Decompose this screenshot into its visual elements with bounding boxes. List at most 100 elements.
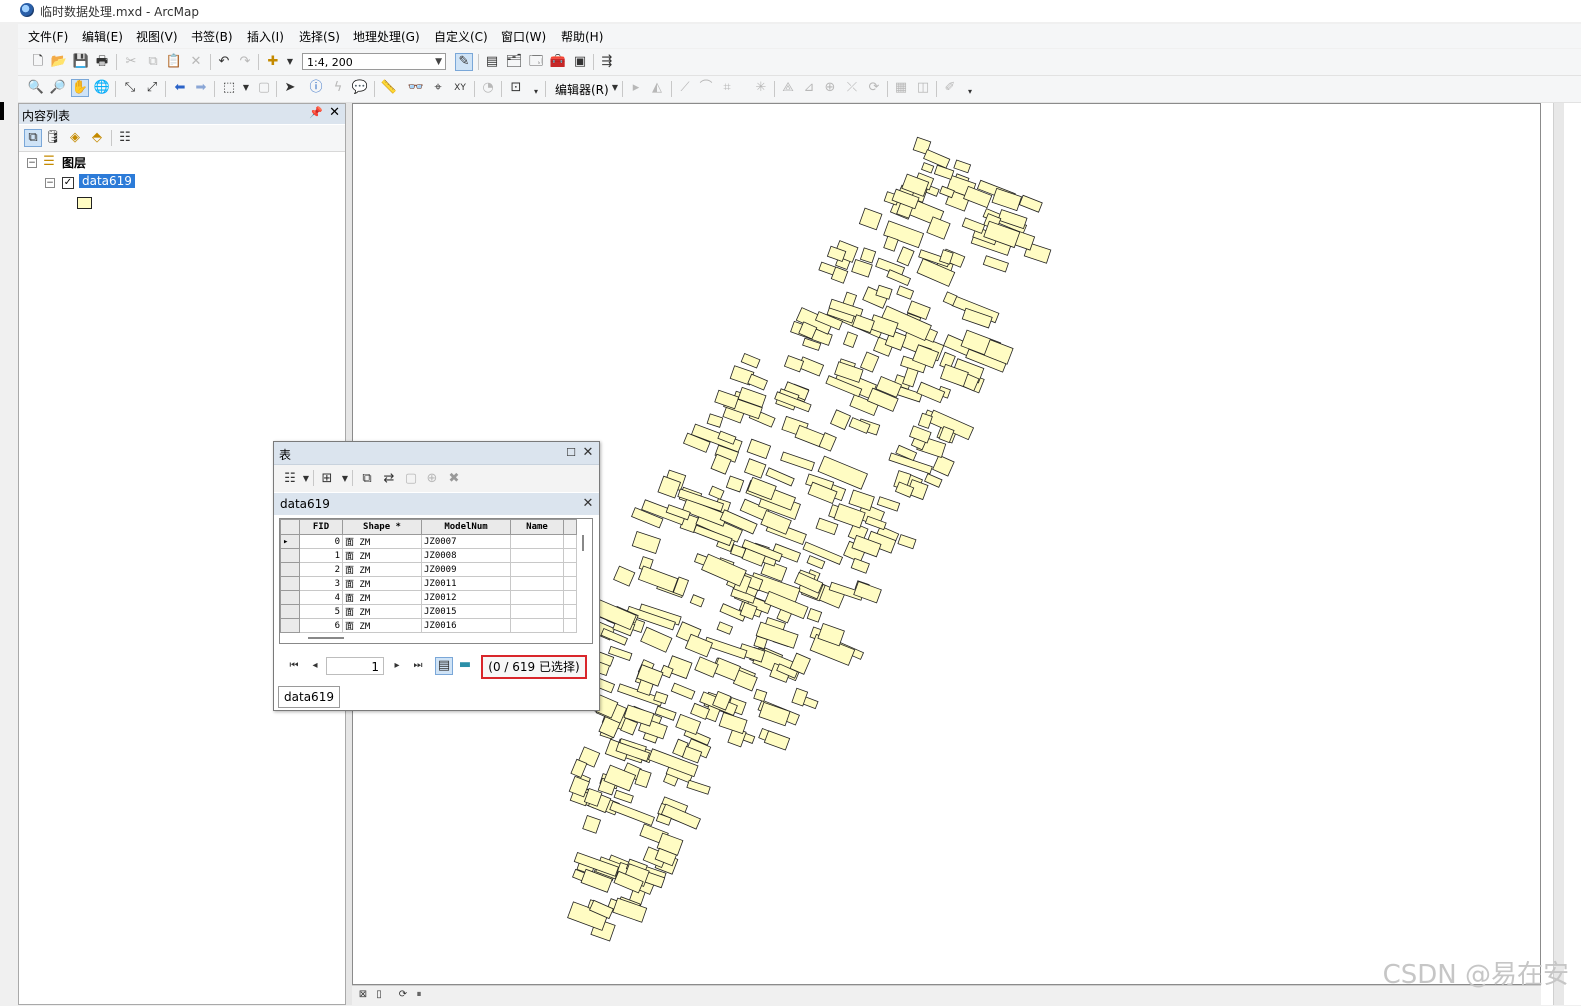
- list-by-source-icon[interactable]: 🛢: [45, 130, 62, 146]
- last-record-icon[interactable]: ⏭: [410, 658, 426, 674]
- building-footprint[interactable]: [982, 255, 1009, 273]
- table-of-contents-window-icon[interactable]: ▤: [484, 54, 500, 70]
- map-scale-combobox[interactable]: 1:4, 200 ▼: [302, 53, 446, 70]
- row-header[interactable]: [280, 618, 300, 633]
- menu-customize[interactable]: 自定义(C): [434, 28, 488, 45]
- options-icon[interactable]: ☷: [117, 130, 133, 146]
- table-options-dropdown-icon[interactable]: ▼: [298, 471, 314, 487]
- menu-windows[interactable]: 窗口(W): [501, 28, 546, 45]
- editor-toolbar-options-icon[interactable]: ▾: [962, 84, 978, 100]
- select-elements-pointer-icon[interactable]: ➤: [282, 80, 298, 96]
- collapse-layers-icon[interactable]: −: [27, 158, 37, 168]
- table-row[interactable]: 1 面 ZM JZ0008: [280, 548, 577, 563]
- current-row-indicator[interactable]: ▸: [280, 534, 300, 549]
- split-tool-icon[interactable]: ⤫: [844, 80, 860, 96]
- arctoolbox-icon[interactable]: 🧰: [550, 54, 566, 70]
- cell-shape[interactable]: 面 ZM: [342, 562, 422, 577]
- table-row[interactable]: 6 面 ZM JZ0016: [280, 618, 577, 633]
- cell-modelnum[interactable]: JZ0012: [421, 590, 511, 605]
- search-window-icon[interactable]: 🗔: [528, 54, 544, 70]
- building-footprint[interactable]: [686, 779, 711, 795]
- building-footprint[interactable]: [670, 682, 696, 700]
- column-header-name[interactable]: Name: [510, 519, 564, 535]
- straight-segment-icon[interactable]: ⟋: [677, 80, 693, 96]
- first-record-icon[interactable]: ⏮: [286, 658, 302, 674]
- cut-polygons-icon[interactable]: ⊕: [822, 80, 838, 96]
- layer-visibility-checkbox[interactable]: ✓: [62, 177, 74, 189]
- point-icon[interactable]: ✳: [753, 80, 769, 96]
- list-by-selection-icon[interactable]: ⬘: [89, 130, 105, 146]
- print-icon[interactable]: 🖶: [94, 54, 110, 70]
- open-folder-icon[interactable]: 📂: [51, 54, 67, 70]
- building-footprint[interactable]: [694, 656, 719, 678]
- cell-shape[interactable]: 面 ZM: [342, 618, 422, 633]
- building-footprint[interactable]: [917, 412, 933, 429]
- building-footprint[interactable]: [1018, 194, 1043, 213]
- row-header[interactable]: [280, 548, 300, 563]
- list-by-visibility-icon[interactable]: ◈: [67, 130, 83, 146]
- building-footprint[interactable]: [740, 352, 761, 369]
- building-footprint[interactable]: [848, 489, 875, 512]
- row-header[interactable]: [280, 576, 300, 591]
- cell-name[interactable]: [510, 604, 564, 619]
- cut-icon[interactable]: ✂: [123, 54, 139, 70]
- new-document-icon[interactable]: 🗋: [30, 54, 46, 70]
- building-footprint[interactable]: [932, 454, 955, 477]
- sketch-properties-icon[interactable]: ◫: [915, 80, 931, 96]
- menu-geoprocessing[interactable]: 地理处理(G): [353, 28, 420, 45]
- identify-icon[interactable]: ⓘ: [308, 80, 324, 96]
- building-footprint[interactable]: [991, 187, 1023, 212]
- toolbar-options-icon[interactable]: ▾: [528, 84, 544, 100]
- menu-bookmarks[interactable]: 书签(B): [191, 28, 233, 45]
- building-footprint[interactable]: [953, 159, 972, 174]
- select-dropdown-icon[interactable]: ▼: [238, 80, 254, 96]
- show-selected-records-icon[interactable]: ▬: [457, 657, 473, 673]
- select-by-attributes-icon[interactable]: ⧉: [359, 471, 375, 487]
- hyperlink-icon[interactable]: ϟ: [330, 80, 346, 96]
- row-header[interactable]: [280, 562, 300, 577]
- full-extent-globe-icon[interactable]: 🌐: [94, 80, 110, 96]
- building-footprint[interactable]: [961, 217, 986, 234]
- rotate-tool-icon[interactable]: ⟳: [866, 80, 882, 96]
- building-footprint[interactable]: [712, 657, 741, 682]
- building-footprint[interactable]: [706, 413, 724, 428]
- previous-record-icon[interactable]: ◂: [307, 658, 323, 674]
- building-footprint[interactable]: [725, 475, 745, 493]
- pan-hand-icon[interactable]: ✋: [71, 79, 89, 97]
- zoom-to-selected-icon[interactable]: ⊕: [424, 471, 440, 487]
- building-footprint[interactable]: [765, 467, 795, 487]
- building-footprint[interactable]: [758, 701, 791, 727]
- model-builder-icon[interactable]: ⇶: [599, 54, 615, 70]
- cell-shape[interactable]: 面 ZM: [342, 590, 422, 605]
- table-row[interactable]: 4 面 ZM JZ0012: [280, 590, 577, 605]
- building-footprint[interactable]: [747, 373, 768, 391]
- zoom-out-icon[interactable]: 🔎: [50, 80, 66, 96]
- table-row[interactable]: 2 面 ZM JZ0009: [280, 562, 577, 577]
- create-viewer-window-icon[interactable]: ⊡: [508, 80, 524, 96]
- layer-data619-label[interactable]: data619: [79, 174, 135, 188]
- building-footprint[interactable]: [716, 621, 734, 635]
- delete-selected-icon[interactable]: ✖: [446, 471, 462, 487]
- cell-shape[interactable]: 面 ZM: [342, 548, 422, 563]
- building-footprint[interactable]: [582, 814, 602, 834]
- table-row[interactable]: 3 面 ZM JZ0011: [280, 576, 577, 591]
- cell-fid[interactable]: 0: [299, 534, 343, 549]
- find-binoculars-icon[interactable]: 👓: [408, 80, 424, 96]
- clear-selection-icon[interactable]: ▢: [256, 80, 272, 96]
- close-icon[interactable]: ✕: [580, 445, 596, 461]
- building-footprint[interactable]: [798, 356, 825, 377]
- refresh-icon[interactable]: ⟳: [395, 987, 411, 1003]
- column-header-fid[interactable]: FID: [299, 519, 343, 535]
- building-footprint[interactable]: [853, 580, 882, 604]
- data-view-icon[interactable]: ⊠: [355, 987, 371, 1003]
- table-footer-tab[interactable]: data619: [278, 686, 340, 708]
- cell-shape[interactable]: 面 ZM: [342, 604, 422, 619]
- cell-name[interactable]: [510, 576, 564, 591]
- cell-modelnum[interactable]: JZ0007: [421, 534, 511, 549]
- building-footprint[interactable]: [675, 713, 702, 736]
- cell-fid[interactable]: 6: [299, 618, 343, 633]
- attributes-icon[interactable]: ▦: [893, 80, 909, 96]
- building-footprint[interactable]: [783, 355, 805, 373]
- select-features-icon[interactable]: ⬚: [221, 80, 237, 96]
- pause-drawing-icon[interactable]: ⏸: [411, 987, 427, 1003]
